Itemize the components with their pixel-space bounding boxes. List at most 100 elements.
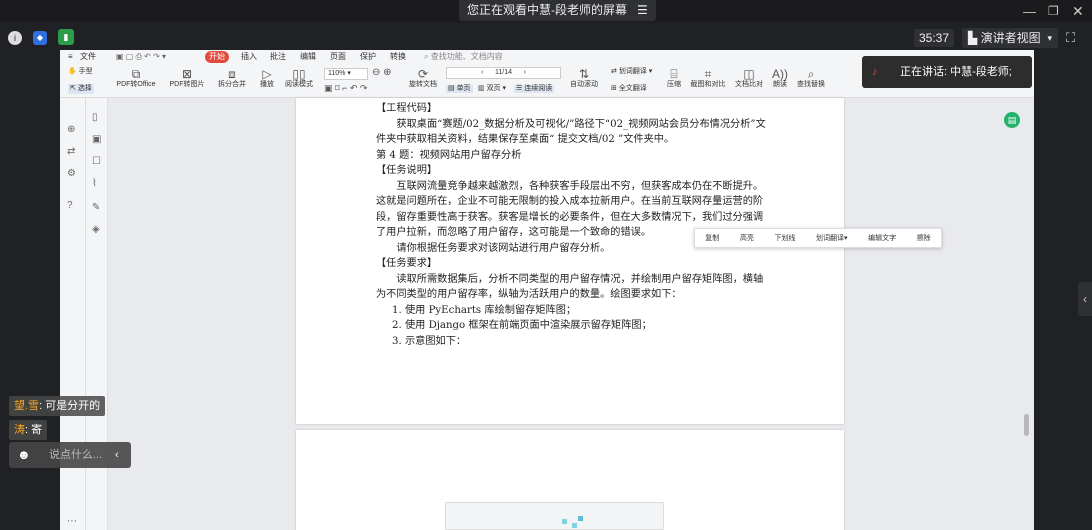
image-icon: ⊠ — [181, 67, 193, 81]
ctx-underline[interactable]: 下划线 — [774, 233, 795, 243]
chat-text: 寄 — [31, 424, 43, 436]
ctx-translate[interactable]: 划词翻译▾ — [816, 233, 848, 243]
menu-icon[interactable]: ☰ — [637, 0, 648, 21]
assistant-icon[interactable]: ▤ — [1004, 112, 1020, 128]
share-banner[interactable]: 您正在观看中慧-段老师的屏幕 ☰ — [459, 0, 656, 21]
hand-tool[interactable]: ✋ 手型 — [68, 68, 93, 76]
selection-context-menu: 复制 高亮 下划线 划词翻译▾ 编辑文字 擦除 — [694, 228, 942, 248]
office-icon: ⧉ — [131, 67, 141, 81]
pdf-to-office-button[interactable]: ⧉ PDF转Office — [110, 67, 162, 89]
fullscreen-icon[interactable]: ⛶ — [1066, 30, 1075, 46]
translate-button[interactable]: ⇄ 划词翻译 ▾ — [611, 68, 652, 76]
speaker-icon: A)) — [772, 67, 788, 81]
chat-input[interactable]: ☻ 说点什么... ‹ — [9, 442, 131, 468]
ctx-translate-label: 划词翻译 — [816, 235, 845, 242]
chart-preview-image — [445, 502, 664, 530]
restore-icon[interactable]: ❐ — [1048, 4, 1059, 18]
zoom-buttons[interactable]: ⊖ ⊕ — [372, 67, 392, 78]
menu-convert[interactable]: 转换 — [390, 50, 406, 64]
chevron-left-icon[interactable]: ‹ — [115, 442, 119, 468]
chat-text: 可是分开的 — [45, 400, 101, 412]
vertical-scrollbar[interactable] — [1024, 414, 1029, 436]
zoom-icon[interactable]: ⊕ — [67, 124, 75, 135]
side-panel-toggle[interactable]: ‹ — [1078, 282, 1092, 316]
signal-icon: ▮ — [58, 29, 74, 45]
select-tool[interactable]: ⇱ 选择 — [68, 84, 94, 94]
screenshot-icon: ⌗ — [704, 67, 712, 81]
menu-file[interactable]: 文件 — [80, 50, 96, 64]
chat-message: 望.雪: 可是分开的 — [9, 396, 106, 416]
book-icon: ▯▯ — [292, 67, 306, 81]
menu-page[interactable]: 页面 — [330, 50, 346, 64]
view-small-icons[interactable]: ▣ ⌑ ⌐ ↶ ↷ — [324, 83, 367, 94]
find-replace-button[interactable]: ⌕ 查找替换 — [794, 67, 828, 89]
chat-author: 望.雪 — [14, 400, 40, 412]
ctx-highlight[interactable]: 高亮 — [740, 233, 754, 243]
speaking-indicator: ♪ 正在讲话: 中慧-段老师; — [862, 56, 1032, 88]
help-icon[interactable]: ? — [67, 200, 73, 211]
chat-author: 涛 — [14, 424, 25, 436]
read-aloud-button[interactable]: A)) 朗读 — [770, 67, 790, 89]
continuous-read-label: 连续阅读 — [524, 85, 553, 92]
translate-icon[interactable]: ⇄ — [67, 146, 75, 157]
zoom-select[interactable]: 110% ▾ — [324, 68, 368, 80]
requirement-item: 2. 使用 Django 框架在前端页面中渲染展示留存矩阵图； — [392, 320, 652, 331]
menu-start[interactable]: 开始 — [205, 51, 229, 63]
compress-button[interactable]: ⌸ 压缩 — [664, 67, 684, 89]
info-icon[interactable]: i — [8, 31, 22, 45]
ctx-copy[interactable]: 复制 — [705, 233, 719, 243]
chat-input-placeholder: 说点什么... — [49, 449, 103, 461]
code-paragraph: 获取桌面“赛题/02_数据分析及可视化/”路径下“02_视频网站会员分布情况分析… — [376, 118, 766, 146]
play-button[interactable]: ▷ 播放 — [257, 67, 277, 89]
split-icon: ⧈ — [228, 67, 236, 81]
ctx-edit-text[interactable]: 编辑文字 — [868, 233, 896, 243]
full-translate-label: 全文翻译 — [618, 85, 647, 92]
chart-dot — [562, 519, 567, 524]
compress-icon: ⌸ — [670, 67, 678, 81]
menu-edit[interactable]: 编辑 — [300, 50, 316, 64]
single-page-button[interactable]: ▤ 单页 — [446, 85, 473, 93]
play-label: 播放 — [260, 81, 274, 89]
read-mode-label: 阅读模式 — [285, 81, 313, 89]
minimize-icon[interactable]: — — [1023, 4, 1036, 19]
requirement-item: 1. 使用 PyEcharts 库绘制留存矩阵图； — [392, 304, 577, 316]
meeting-timer: 35:37 — [914, 29, 954, 47]
settings-icon[interactable]: ⚙ — [67, 168, 76, 179]
mic-muted-icon: ♪ — [872, 66, 878, 78]
thumbnail-icon[interactable]: ▣ — [92, 134, 101, 145]
signature-icon[interactable]: ✎ — [92, 202, 100, 213]
menu-protect[interactable]: 保护 — [360, 50, 376, 64]
layers-icon[interactable]: ◈ — [92, 224, 100, 235]
quick-access-icons[interactable]: ▣ ▢ ⎙ ↶ ↷ ▾ — [116, 50, 166, 64]
doc-compare-label: 文档比对 — [735, 81, 763, 89]
shield-icon[interactable]: ◆ — [33, 31, 47, 45]
ctx-erase[interactable]: 擦除 — [917, 233, 931, 243]
continuous-read-button[interactable]: ☰ 连续阅读 — [514, 85, 555, 93]
search-input[interactable]: ⌕ 查找功能、文档内容 — [424, 50, 503, 64]
menu-hamburger-icon[interactable]: ≡ — [68, 50, 73, 64]
menu-insert[interactable]: 插入 — [241, 50, 257, 64]
full-translate-button[interactable]: ⊞ 全文翻译 — [611, 85, 647, 93]
split-merge-button[interactable]: ⧈ 拆分合并 — [212, 67, 252, 89]
layout-icon: ▙ — [968, 31, 978, 45]
screenshot-compare-button[interactable]: ⌗ 截图和对比 — [688, 67, 728, 89]
menu-comment[interactable]: 批注 — [270, 50, 286, 64]
more-icon[interactable]: ⋯ — [67, 516, 77, 527]
page-navigator[interactable]: ‹ 11/14 › — [446, 67, 561, 79]
rotate-button[interactable]: ⟳ 旋转文档 — [406, 67, 440, 89]
doc-compare-button[interactable]: ◫ 文档比对 — [732, 67, 766, 89]
read-mode-button[interactable]: ▯▯ 阅读模式 — [282, 67, 316, 89]
pdf-to-image-button[interactable]: ⊠ PDF转图片 — [166, 67, 208, 89]
bookmark-icon[interactable]: ▯ — [92, 112, 98, 123]
requirements-paragraph: 读取所需数据集后，分析不同类型的用户留存情况，并绘制用户留存矩阵图，横轴为不同类… — [376, 273, 764, 301]
search-placeholder: 查找功能、文档内容 — [430, 52, 503, 61]
emoji-icon[interactable]: ☻ — [17, 442, 31, 468]
view-mode-button[interactable]: ▙ 演讲者视图 ▾ — [962, 28, 1058, 48]
comment-icon[interactable]: ☐ — [92, 156, 101, 167]
pdf-to-image-label: PDF转图片 — [169, 81, 205, 89]
auto-scroll-button[interactable]: ⇅ 自动滚动 — [566, 67, 602, 89]
select-tool-label: 选择 — [77, 85, 92, 92]
attachment-icon[interactable]: ⌇ — [92, 178, 97, 189]
close-icon[interactable]: ✕ — [1072, 3, 1084, 20]
double-page-button[interactable]: ▥ 双页 ▾ — [478, 85, 506, 93]
